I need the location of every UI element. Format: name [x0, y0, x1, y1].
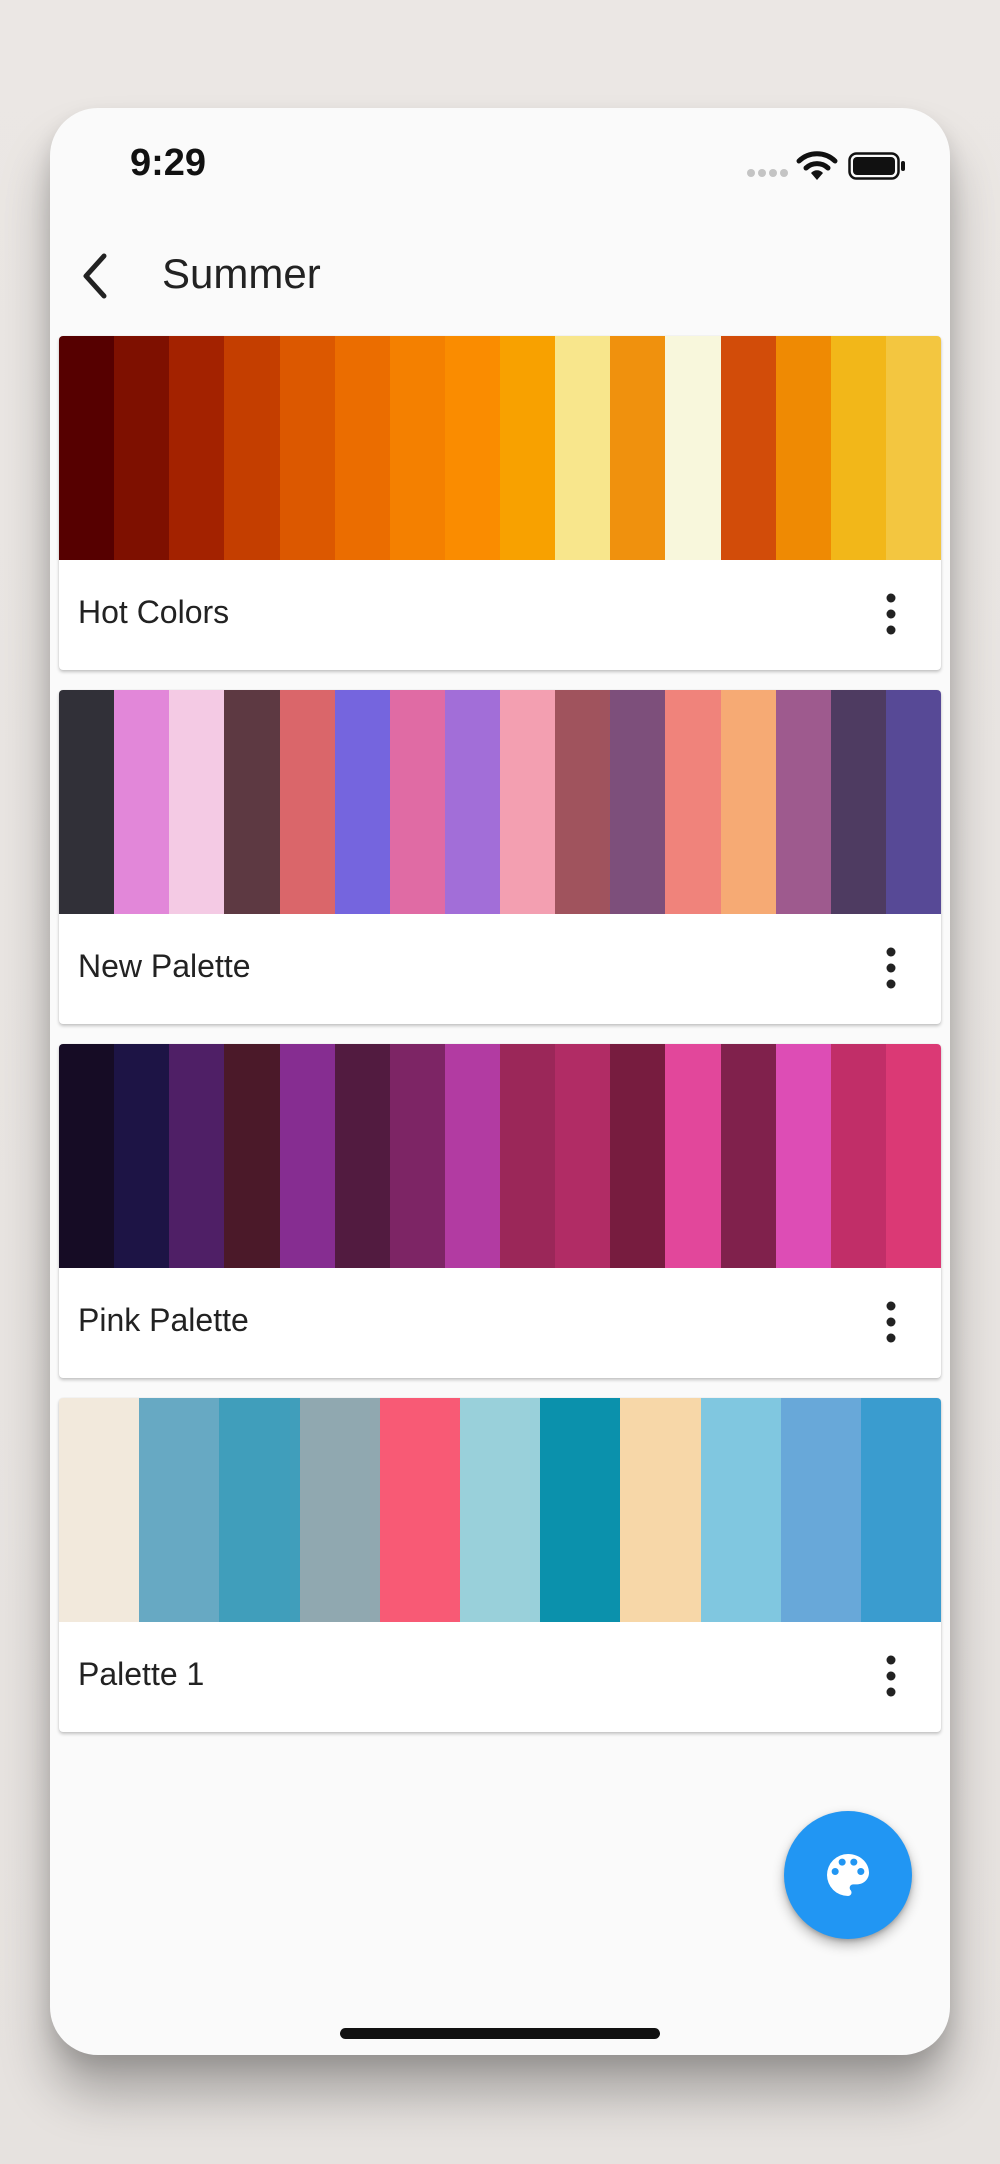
palette-card[interactable]: Hot Colors: [59, 336, 941, 670]
color-swatch: [780, 1398, 861, 1622]
palette-swatches: [59, 1044, 941, 1268]
color-swatch: [59, 1044, 115, 1268]
color-swatch: [334, 690, 390, 914]
palette-swatches: [59, 336, 941, 560]
palette-menu-button[interactable]: [855, 932, 927, 1004]
color-swatch: [830, 336, 886, 560]
color-swatch: [389, 1044, 445, 1268]
status-bar: 9:29: [50, 108, 950, 220]
color-swatch: [444, 1044, 500, 1268]
color-swatch: [114, 336, 170, 560]
color-swatch: [224, 1044, 280, 1268]
color-swatch: [169, 336, 225, 560]
status-time: 9:29: [130, 142, 207, 184]
color-swatch: [860, 1398, 941, 1622]
palette-icon: [827, 1854, 869, 1896]
color-swatch: [665, 1044, 721, 1268]
more-vertical-icon: [886, 947, 896, 989]
palette-menu-button[interactable]: [855, 578, 927, 650]
color-swatch: [169, 690, 225, 914]
add-palette-fab[interactable]: [784, 1811, 912, 1939]
palette-swatches: [59, 1398, 941, 1622]
color-swatch: [720, 1044, 776, 1268]
more-vertical-icon: [886, 1655, 896, 1697]
color-swatch: [555, 1044, 611, 1268]
color-swatch: [59, 1398, 140, 1622]
page-title: Summer: [162, 250, 321, 297]
color-swatch: [665, 336, 721, 560]
color-swatch: [775, 1044, 831, 1268]
palette-name: Hot Colors: [78, 594, 230, 630]
color-swatch: [114, 1044, 170, 1268]
palette-card[interactable]: Palette 1: [59, 1398, 941, 1732]
color-swatch: [555, 336, 611, 560]
chevron-left-icon: [83, 253, 107, 299]
palette-name: Palette 1: [78, 1656, 205, 1692]
palette-name: Pink Palette: [78, 1302, 249, 1338]
color-swatch: [224, 336, 280, 560]
palette-card-footer: New Palette: [59, 914, 941, 1024]
color-swatch: [334, 1044, 390, 1268]
color-swatch: [555, 690, 611, 914]
color-swatch: [224, 690, 280, 914]
palette-list: Hot Colors New Palette Pink Palette Palette…: [59, 336, 941, 1752]
color-swatch: [720, 690, 776, 914]
wifi-icon: [796, 151, 838, 180]
color-swatch: [540, 1398, 621, 1622]
color-swatch: [610, 690, 666, 914]
color-swatch: [444, 336, 500, 560]
color-swatch: [59, 336, 115, 560]
palette-name: New Palette: [78, 948, 251, 984]
palette-menu-button[interactable]: [855, 1640, 927, 1712]
app-bar: Summer: [50, 220, 950, 332]
color-swatch: [139, 1398, 220, 1622]
color-swatch: [59, 690, 115, 914]
color-swatch: [114, 690, 170, 914]
home-indicator: [340, 2028, 660, 2039]
color-swatch: [610, 336, 666, 560]
color-swatch: [830, 1044, 886, 1268]
color-swatch: [885, 336, 941, 560]
color-swatch: [610, 1044, 666, 1268]
color-swatch: [379, 1398, 460, 1622]
more-vertical-icon: [886, 593, 896, 635]
color-swatch: [299, 1398, 380, 1622]
color-swatch: [169, 1044, 225, 1268]
cellular-dots-icon: [747, 169, 788, 177]
color-swatch: [219, 1398, 300, 1622]
color-swatch: [700, 1398, 781, 1622]
color-swatch: [775, 690, 831, 914]
palette-menu-button[interactable]: [855, 1286, 927, 1358]
palette-card-footer: Hot Colors: [59, 560, 941, 670]
color-swatch: [279, 1044, 335, 1268]
color-swatch: [389, 336, 445, 560]
color-swatch: [720, 336, 776, 560]
more-vertical-icon: [886, 1301, 896, 1343]
color-swatch: [500, 690, 556, 914]
color-swatch: [885, 690, 941, 914]
color-swatch: [500, 1044, 556, 1268]
back-button[interactable]: [60, 240, 132, 312]
battery-icon: [848, 152, 905, 180]
palette-card-footer: Palette 1: [59, 1622, 941, 1732]
color-swatch: [279, 336, 335, 560]
color-swatch: [334, 336, 390, 560]
palette-card-footer: Pink Palette: [59, 1268, 941, 1378]
color-swatch: [775, 336, 831, 560]
color-swatch: [830, 690, 886, 914]
color-swatch: [279, 690, 335, 914]
color-swatch: [885, 1044, 941, 1268]
palette-swatches: [59, 690, 941, 914]
palette-card[interactable]: New Palette: [59, 690, 941, 1024]
color-swatch: [389, 690, 445, 914]
color-swatch: [500, 336, 556, 560]
color-swatch: [620, 1398, 701, 1622]
color-swatch: [459, 1398, 541, 1622]
phone-screen: 9:29 Summer Hot Colors New Palette Pink Pa…: [50, 108, 950, 2055]
color-swatch: [444, 690, 500, 914]
color-swatch: [665, 690, 721, 914]
palette-card[interactable]: Pink Palette: [59, 1044, 941, 1378]
